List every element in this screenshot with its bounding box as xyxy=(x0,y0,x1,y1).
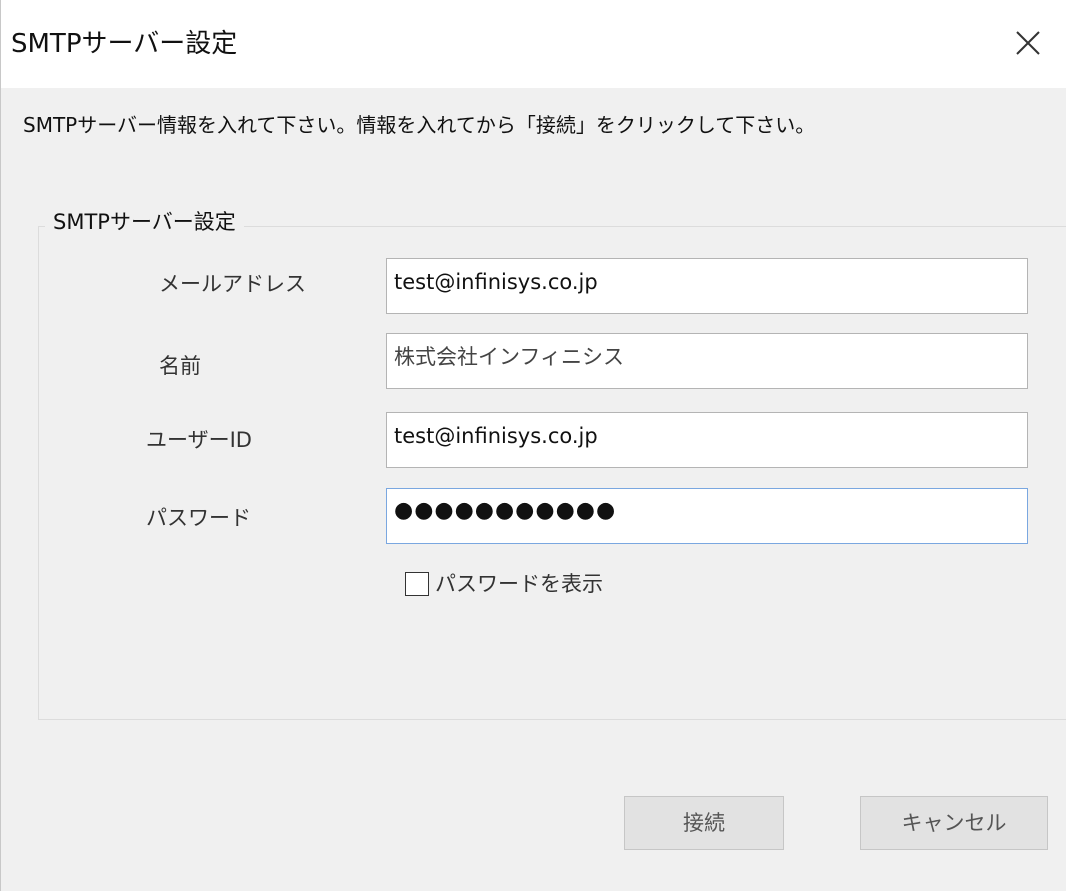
name-field[interactable]: 株式会社インフィニシス xyxy=(386,333,1028,389)
title-bar: SMTPサーバー設定 xyxy=(1,0,1066,88)
show-password-checkbox[interactable] xyxy=(405,572,429,596)
close-icon xyxy=(1016,31,1040,55)
email-field[interactable]: test@infinisys.co.jp xyxy=(386,258,1028,314)
password-field[interactable]: ●●●●●●●●●●● xyxy=(386,488,1028,544)
group-legend: SMTPサーバー設定 xyxy=(45,206,244,238)
instruction-text: SMTPサーバー情報を入れて下さい。情報を入れてから「接続」をクリックして下さい… xyxy=(23,113,816,137)
user-id-label: ユーザーID xyxy=(146,428,252,452)
name-label: 名前 xyxy=(159,354,201,378)
password-label: パスワード xyxy=(146,506,251,530)
window-title: SMTPサーバー設定 xyxy=(11,29,238,59)
smtp-settings-dialog: SMTPサーバー設定 SMTPサーバー情報を入れて下さい。情報を入れてから「接続… xyxy=(0,0,1066,891)
email-label: メールアドレス xyxy=(159,272,306,296)
show-password-toggle[interactable]: パスワードを表示 xyxy=(405,566,603,602)
user-id-field[interactable]: test@infinisys.co.jp xyxy=(386,412,1028,468)
cancel-button[interactable]: キャンセル xyxy=(860,796,1048,850)
show-password-label: パスワードを表示 xyxy=(435,572,603,596)
close-button[interactable] xyxy=(1003,18,1053,68)
connect-button[interactable]: 接続 xyxy=(624,796,784,850)
